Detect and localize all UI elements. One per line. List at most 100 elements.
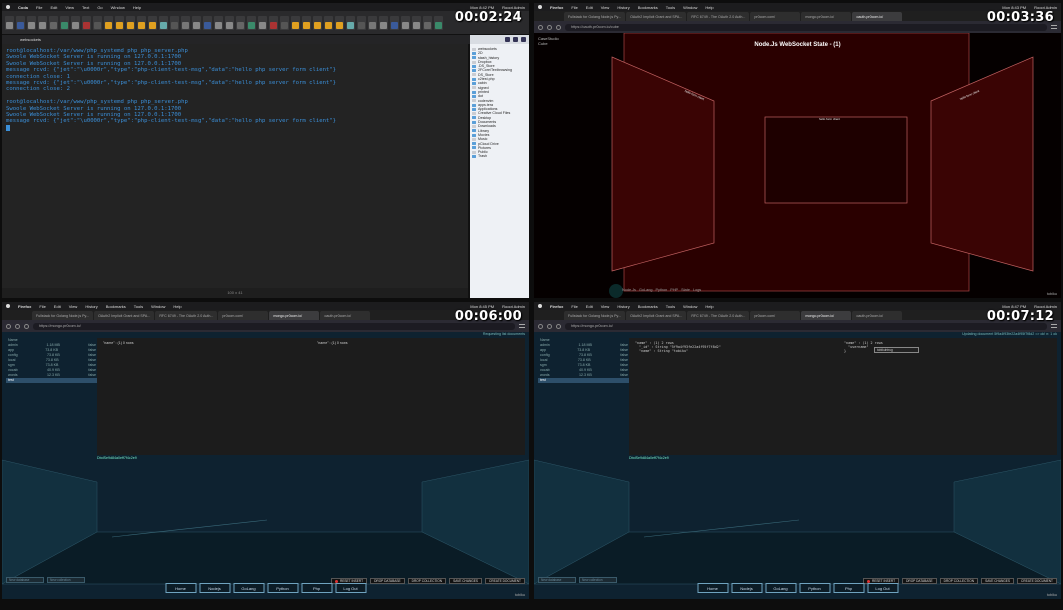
browser-tab[interactable]: Fullstack for Golang Node.js Py...	[564, 311, 626, 320]
create-document-button[interactable]: CREATE DOCUMENT	[1017, 578, 1057, 584]
apple-icon[interactable]	[538, 304, 542, 308]
app-name[interactable]: Coda	[18, 5, 28, 10]
browser-tab[interactable]: RFC 6749 - The OAuth 2.0 Auth...	[155, 311, 218, 320]
new-database-input[interactable]: New database	[538, 577, 576, 583]
nav-python[interactable]: Python	[655, 288, 667, 292]
menu-help[interactable]: Help	[705, 304, 713, 309]
toolbar-button[interactable]	[225, 15, 234, 30]
user-name[interactable]: Rooot Admin	[502, 5, 525, 10]
toolbar-button[interactable]	[302, 15, 311, 30]
toolbar-button[interactable]	[368, 15, 377, 30]
browser-tab[interactable]: RFC 6749 - The OAuth 2.0 Auth...	[687, 12, 750, 21]
nav-logs[interactable]: Logs	[693, 288, 701, 292]
menu-edit[interactable]: Edit	[586, 304, 593, 309]
edit-value-input[interactable]: tobikuhtrug	[874, 347, 919, 353]
nav-home[interactable]: Home	[165, 583, 196, 593]
menu-text[interactable]: Text	[82, 5, 89, 10]
left-document-json[interactable]: "name" : (1) 2 rows "_id" : String "5f9a…	[635, 341, 721, 354]
menu-view[interactable]: View	[65, 5, 74, 10]
toolbar-button[interactable]	[38, 15, 47, 30]
toolbar-button[interactable]	[412, 15, 421, 30]
toolbar-button[interactable]	[258, 15, 267, 30]
toolbar-button[interactable]	[71, 15, 80, 30]
menu-window[interactable]: Window	[683, 304, 697, 309]
toolbar-button[interactable]	[269, 15, 278, 30]
drop-collection-button[interactable]: DROP COLLECTION	[939, 578, 979, 584]
url-bar[interactable]: https://mongo.pr0com.io/	[33, 322, 515, 330]
new-database-input[interactable]: New database	[6, 577, 44, 583]
menu-file[interactable]: File	[36, 5, 42, 10]
toolbar-button[interactable]	[346, 15, 355, 30]
save-changes-button[interactable]: SAVE CHANGES	[981, 578, 1014, 584]
toolbar-button[interactable]	[170, 15, 179, 30]
toolbar-button[interactable]	[203, 15, 212, 30]
nav-golang[interactable]: GoLang	[765, 583, 796, 593]
menu-go[interactable]: Go	[97, 5, 102, 10]
new-collection-input[interactable]: New collection	[579, 577, 617, 583]
hamburger-menu-icon[interactable]	[1051, 324, 1057, 328]
browser-tab[interactable]: OAuth2 Implicit Grant and SPA...	[626, 311, 687, 320]
nav-state[interactable]: State	[681, 288, 690, 292]
menu-bookmarks[interactable]: Bookmarks	[638, 304, 658, 309]
toolbar-button[interactable]	[434, 15, 443, 30]
menu-history[interactable]: History	[617, 5, 629, 10]
menu-window[interactable]: Window	[151, 304, 165, 309]
menu-help[interactable]: Help	[173, 304, 181, 309]
browser-tab[interactable]: OAuth2 Implicit Grant and SPA...	[626, 12, 687, 21]
menu-tools[interactable]: Tools	[666, 304, 675, 309]
nav-home[interactable]: Home	[697, 583, 728, 593]
back-icon[interactable]	[6, 323, 11, 329]
nav-php[interactable]: Php	[833, 583, 864, 593]
menu-help[interactable]: Help	[133, 5, 141, 10]
menu-view[interactable]: View	[601, 304, 610, 309]
toolbar-button[interactable]	[324, 15, 333, 30]
user-name[interactable]: Rooot Admin	[1034, 5, 1057, 10]
nav-nodejs[interactable]: Nodejs	[199, 583, 230, 593]
menu-tools[interactable]: Tools	[666, 5, 675, 10]
menu-bookmarks[interactable]: Bookmarks	[638, 5, 658, 10]
gear-icon[interactable]	[513, 37, 518, 42]
apple-icon[interactable]	[6, 304, 10, 308]
forward-icon[interactable]	[547, 323, 552, 329]
menu-window[interactable]: Window	[683, 5, 697, 10]
menu-view[interactable]: View	[69, 304, 78, 309]
toolbar-button[interactable]	[313, 15, 322, 30]
nav-logout[interactable]: Log Out	[335, 583, 366, 593]
toolbar-button[interactable]	[236, 15, 245, 30]
menu-file[interactable]: File	[571, 304, 577, 309]
url-bar[interactable]: https://oauth.pr0com.io/cube	[565, 23, 1047, 31]
save-changes-button[interactable]: SAVE CHANGES	[449, 578, 482, 584]
toolbar-button[interactable]	[379, 15, 388, 30]
toolbar-button[interactable]	[181, 15, 190, 30]
toolbar-button[interactable]	[291, 15, 300, 30]
toolbar-button[interactable]	[104, 15, 113, 30]
terminal-output[interactable]: root@localhost:/var/www/php_systemd php …	[2, 44, 468, 288]
toolbar-button[interactable]	[137, 15, 146, 30]
nav-nodejs[interactable]: Node.Js	[622, 288, 636, 292]
toolbar-button[interactable]	[159, 15, 168, 30]
back-icon[interactable]	[538, 323, 543, 329]
nav-logout[interactable]: Log Out	[867, 583, 898, 593]
nav-python[interactable]: Python	[799, 583, 830, 593]
reload-icon[interactable]	[556, 323, 561, 329]
browser-tab-active[interactable]: mongo.pr0com.io/	[269, 311, 320, 320]
browser-tab[interactable]: pr0com.com/	[750, 311, 801, 320]
browser-tab[interactable]: Fullstack for Golang Node.js Py...	[564, 12, 626, 21]
menu-help[interactable]: Help	[705, 5, 713, 10]
toolbar-button[interactable]	[214, 15, 223, 30]
browser-tab-active[interactable]: mongo.pr0com.io/	[801, 311, 852, 320]
browser-tab[interactable]: Fullstack for Golang Node.js Py...	[32, 311, 94, 320]
file-tree-item[interactable]: Trash	[472, 154, 527, 158]
toolbar-button[interactable]	[148, 15, 157, 30]
apple-icon[interactable]	[6, 5, 10, 9]
menu-window[interactable]: Window	[111, 5, 125, 10]
menu-bookmarks[interactable]: Bookmarks	[106, 304, 126, 309]
toolbar-button[interactable]	[16, 15, 25, 30]
browser-tab[interactable]: RFC 6749 - The OAuth 2.0 Auth...	[687, 311, 750, 320]
menu-edit[interactable]: Edit	[586, 5, 593, 10]
collection-row-selected[interactable]: test	[538, 378, 630, 383]
toolbar-button[interactable]	[60, 15, 69, 30]
toolbar-button[interactable]	[192, 15, 201, 30]
nav-golang[interactable]: GoLang	[233, 583, 264, 593]
menu-view[interactable]: View	[601, 5, 610, 10]
